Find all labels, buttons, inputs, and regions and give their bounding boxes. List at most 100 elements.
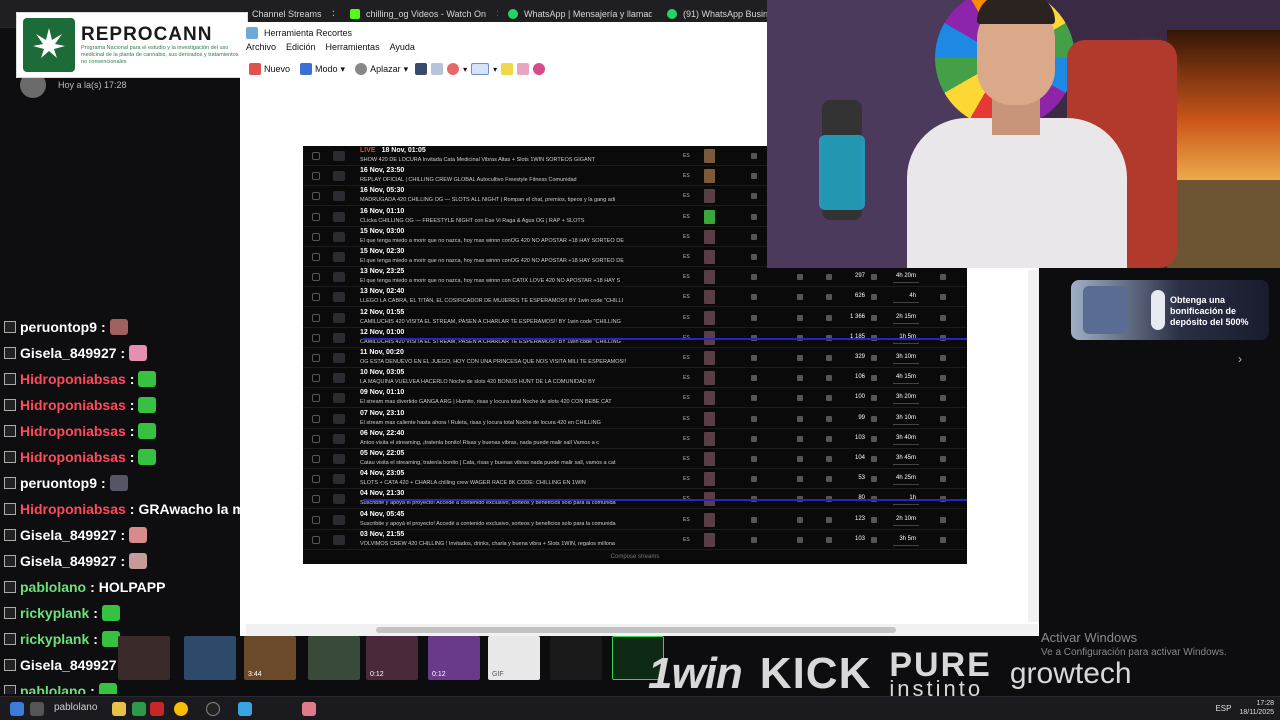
media-thumbnail[interactable]	[550, 636, 602, 680]
table-row[interactable]: 12 Nov, 01:55 CAMILUCHIS 420 VISITA EL ST…	[303, 308, 967, 328]
app-icon[interactable]	[150, 702, 164, 716]
vertical-scrollbar[interactable]	[1028, 270, 1039, 622]
table-row[interactable]: 09 Nov, 01:10 El stream mas divertido GAN…	[303, 388, 967, 409]
excel-icon[interactable]	[132, 702, 146, 716]
row-checkbox[interactable]	[312, 434, 320, 443]
row-checkbox[interactable]	[312, 374, 320, 383]
highlighter-icon[interactable]	[501, 63, 514, 75]
stream-title: El stream mas caliente hasta ahora ! Rul…	[360, 419, 601, 426]
close-icon[interactable]: ✕	[332, 9, 334, 20]
row-checkbox[interactable]	[312, 172, 320, 181]
chrome-icon[interactable]	[174, 702, 188, 716]
obs-icon[interactable]	[206, 702, 220, 716]
table-row[interactable]: 11 Nov, 00:20 OG ESTA DENUEVO EN EL JUEGO…	[303, 348, 967, 368]
lock-icon	[940, 516, 946, 523]
close-icon[interactable]: ✕	[496, 9, 498, 20]
row-checkbox[interactable]	[312, 313, 320, 322]
row-checkbox[interactable]	[312, 293, 320, 302]
media-thumbnail[interactable]: GIF	[488, 636, 540, 680]
copy-icon[interactable]	[431, 63, 444, 75]
row-checkbox[interactable]	[312, 475, 320, 484]
menu-ayuda[interactable]: Ayuda	[390, 42, 415, 52]
table-row[interactable]: 07 Nov, 23:10 El stream mas caliente hast…	[303, 409, 967, 429]
aplazar-button[interactable]: Aplazar ▾	[352, 61, 411, 77]
table-row[interactable]: 13 Nov, 23:25 El que tenga miedo a morir …	[303, 267, 967, 288]
chat-username[interactable]: Gisela_849927	[20, 345, 117, 361]
lock-icon	[797, 536, 803, 543]
media-thumbnail[interactable]	[308, 636, 360, 680]
clock[interactable]: 17:28 18/11/2025	[1239, 699, 1274, 717]
row-checkbox[interactable]	[312, 253, 320, 261]
media-thumbnail[interactable]	[118, 636, 170, 680]
table-row[interactable]: 04 Nov, 05:45 Suscribite y apoyá el proye…	[303, 510, 967, 530]
chat-username[interactable]: Gisela_849927	[20, 527, 117, 543]
badge-icon	[4, 399, 16, 411]
notepad-icon[interactable]	[238, 702, 252, 716]
windows-start-icon[interactable]	[10, 702, 24, 716]
chevron-down-icon[interactable]: ▾	[493, 65, 497, 74]
save-icon[interactable]	[415, 63, 428, 75]
chat-username[interactable]: rickyplank	[20, 631, 89, 647]
chevron-down-icon[interactable]: ▾	[463, 65, 467, 74]
row-checkbox[interactable]	[312, 212, 320, 221]
chat-username[interactable]: Hidroponiabsas	[20, 397, 126, 413]
eraser-icon[interactable]	[517, 63, 530, 75]
tab-channel-streams[interactable]: Channel Streams ✕	[252, 4, 334, 24]
chat-username[interactable]: Hidroponiabsas	[20, 371, 126, 387]
media-thumbnail[interactable]	[184, 636, 236, 680]
media-thumbnail[interactable]: 0:12	[366, 636, 418, 680]
table-row[interactable]: 03 Nov, 21:55 VOLVIMOS CREW 420 CHILLING …	[303, 530, 967, 550]
search-icon[interactable]	[30, 702, 44, 716]
chat-username[interactable]: pablolano	[20, 683, 86, 694]
chat-username[interactable]: Hidroponiabsas	[20, 423, 126, 439]
menu-herramientas[interactable]: Herramientas	[326, 42, 380, 52]
row-checkbox[interactable]	[312, 333, 320, 342]
menu-archivo[interactable]: Archivo	[246, 42, 276, 52]
thumbnail-icon	[333, 353, 345, 363]
lock-icon	[826, 274, 832, 281]
row-checkbox[interactable]	[312, 414, 320, 423]
table-row[interactable]: 04 Nov, 23:05 SLOTS + CATA 420 + CHARLA c…	[303, 469, 967, 490]
snipping-tool-icon[interactable]	[302, 702, 316, 716]
language-indicator[interactable]: ESP	[1215, 704, 1231, 713]
folder-icon[interactable]	[112, 702, 126, 716]
media-thumbnail[interactable]: 3:44	[244, 636, 296, 680]
chat-username[interactable]: rickyplank	[20, 605, 89, 621]
tab-whatsapp-business[interactable]: (91) WhatsApp Business	[667, 4, 770, 24]
lock-icon	[871, 355, 877, 361]
horizontal-scrollbar[interactable]	[246, 624, 1038, 636]
chat-username[interactable]: Gisela_849927	[20, 657, 117, 673]
media-thumbnail[interactable]: 0:12	[428, 636, 480, 680]
chat-username[interactable]: Hidroponiabsas	[20, 501, 126, 517]
table-row[interactable]: 10 Nov, 03:05 LA MAQUINA VUELVEA HACERLO …	[303, 368, 967, 389]
row-checkbox[interactable]	[312, 455, 320, 463]
row-checkbox[interactable]	[312, 232, 320, 241]
table-row[interactable]: 06 Nov, 22:40 Antoo visita el streaming, …	[303, 429, 967, 449]
row-checkbox[interactable]	[312, 273, 320, 282]
row-checkbox[interactable]	[312, 515, 320, 524]
chat-username[interactable]: Gisela_849927	[20, 553, 117, 569]
pen-icon[interactable]	[471, 63, 490, 75]
row-checkbox[interactable]	[312, 354, 320, 362]
tab-whatsapp[interactable]: WhatsApp | Mensajería y llamad ✕	[508, 4, 652, 24]
table-row[interactable]: 05 Nov, 22:05 Catau visita el streaming, …	[303, 449, 967, 469]
chat-username[interactable]: peruontop9	[20, 319, 97, 335]
modo-button[interactable]: Modo ▾	[297, 61, 348, 77]
paint-icon[interactable]	[533, 63, 546, 75]
tab-chilling-videos[interactable]: chilling_og Videos - Watch On ✕	[350, 4, 498, 24]
chat-message: peruontop9:	[0, 470, 250, 496]
row-checkbox[interactable]	[312, 152, 320, 160]
table-row[interactable]: 13 Nov, 02:40 LLEGO LA CABRA, EL TITAN, E…	[303, 287, 967, 308]
send-icon[interactable]	[447, 63, 460, 75]
row-checkbox[interactable]	[312, 495, 320, 504]
ad-banner[interactable]: Obtenga una bonificación de depósito del…	[1071, 280, 1269, 340]
chat-username[interactable]: pablolano	[20, 579, 86, 595]
chat-username[interactable]: Hidroponiabsas	[20, 449, 126, 465]
row-checkbox[interactable]	[312, 394, 320, 403]
chevron-right-icon[interactable]: ›	[1238, 352, 1242, 366]
nuevo-button[interactable]: Nuevo	[246, 61, 293, 77]
chat-username[interactable]: peruontop9	[20, 475, 97, 491]
row-checkbox[interactable]	[312, 535, 320, 544]
menu-edicion[interactable]: Edición	[286, 42, 316, 52]
row-checkbox[interactable]	[312, 192, 320, 201]
